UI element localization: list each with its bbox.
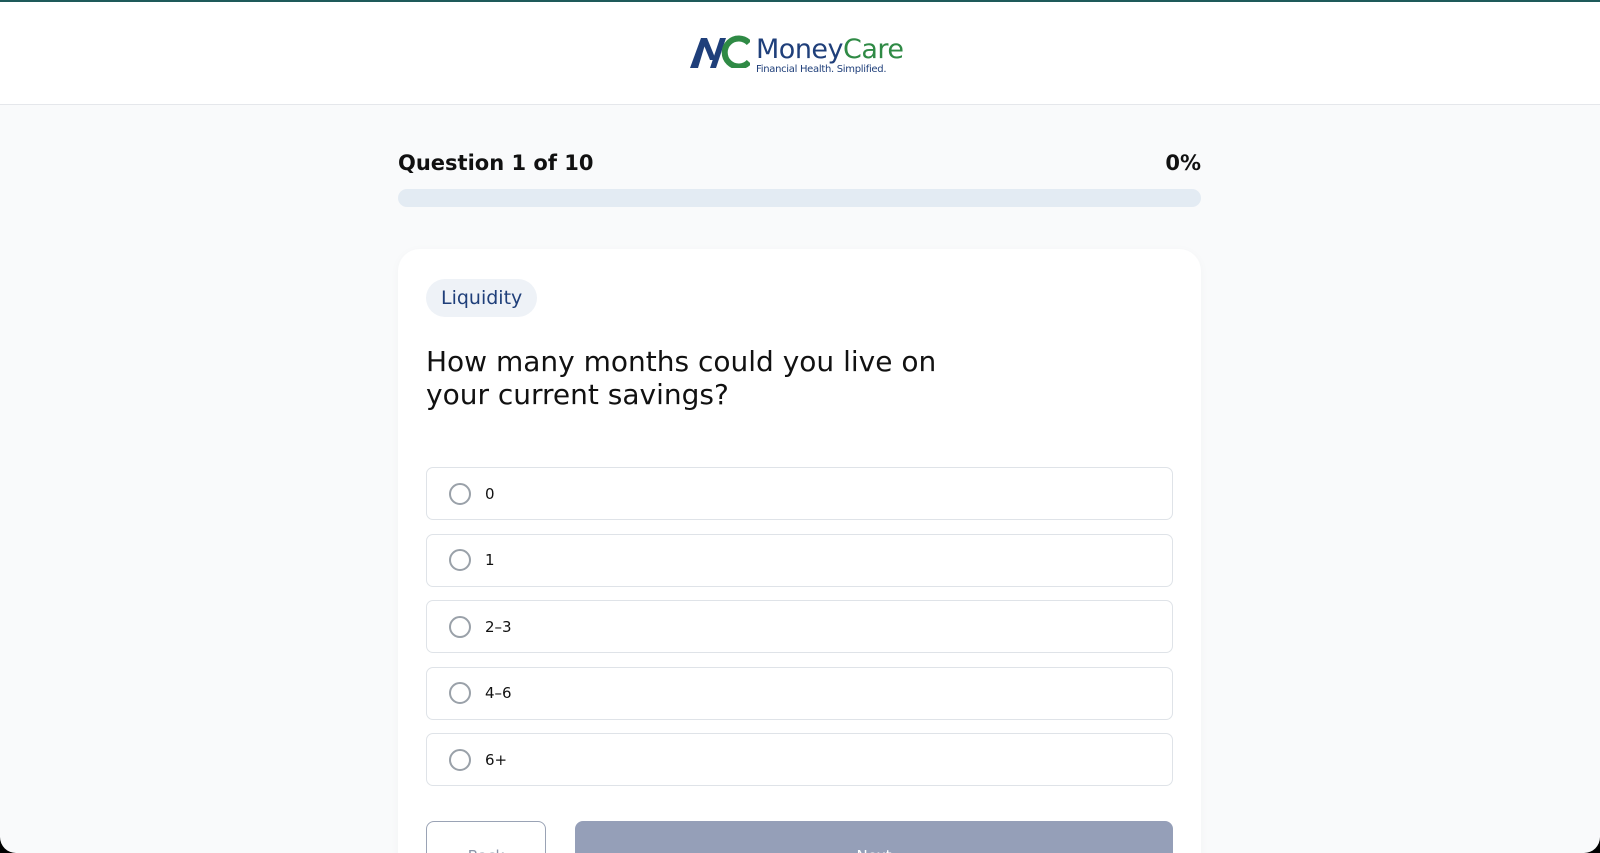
answer-option-2-3[interactable]: 2–3: [426, 600, 1173, 653]
logo-care: Care: [843, 34, 904, 65]
radio-button-icon[interactable]: [449, 748, 471, 771]
app-window: MoneyCare Financial Health. Simplified. …: [0, 0, 1600, 853]
answer-options: 0 1 2–3 4–6 6+: [426, 467, 1173, 800]
answer-option-label: 6+: [485, 750, 508, 769]
answer-option-label: 4–6: [485, 684, 512, 702]
logo-wordmark: MoneyCare: [756, 36, 904, 64]
question-card: Liquidity How many months could you live…: [398, 249, 1201, 853]
mc-logo-icon: [690, 35, 750, 68]
next-button[interactable]: Next: [575, 821, 1173, 853]
question-text: How many months could you live on your c…: [426, 345, 937, 411]
category-badge: Liquidity: [426, 279, 538, 317]
top-header: MoneyCare Financial Health. Simplified.: [0, 2, 1600, 105]
answer-option-6-plus[interactable]: 6+: [426, 733, 1173, 786]
answer-option-0[interactable]: 0: [426, 467, 1173, 520]
radio-button-icon[interactable]: [449, 615, 471, 638]
logo-money: Money: [756, 34, 844, 65]
answer-option-1[interactable]: 1: [426, 533, 1173, 587]
answer-option-4-6[interactable]: 4–6: [426, 666, 1173, 720]
answer-option-label: 2–3: [485, 617, 512, 636]
radio-button-icon[interactable]: [449, 482, 471, 505]
answer-option-label: 0: [485, 484, 495, 503]
question-counter: Question 1 of 10: [398, 151, 594, 175]
progress-bar: [398, 189, 1201, 207]
radio-button-icon[interactable]: [449, 682, 471, 704]
logo-text: MoneyCare Financial Health. Simplified.: [756, 36, 904, 75]
moneycare-logo[interactable]: MoneyCare Financial Health. Simplified.: [690, 34, 904, 75]
answer-option-label: 1: [485, 551, 495, 569]
progress-percent: 0%: [1165, 151, 1201, 175]
radio-button-icon[interactable]: [449, 549, 471, 571]
logo-tagline: Financial Health. Simplified.: [756, 64, 887, 75]
back-button[interactable]: Back: [426, 821, 546, 853]
